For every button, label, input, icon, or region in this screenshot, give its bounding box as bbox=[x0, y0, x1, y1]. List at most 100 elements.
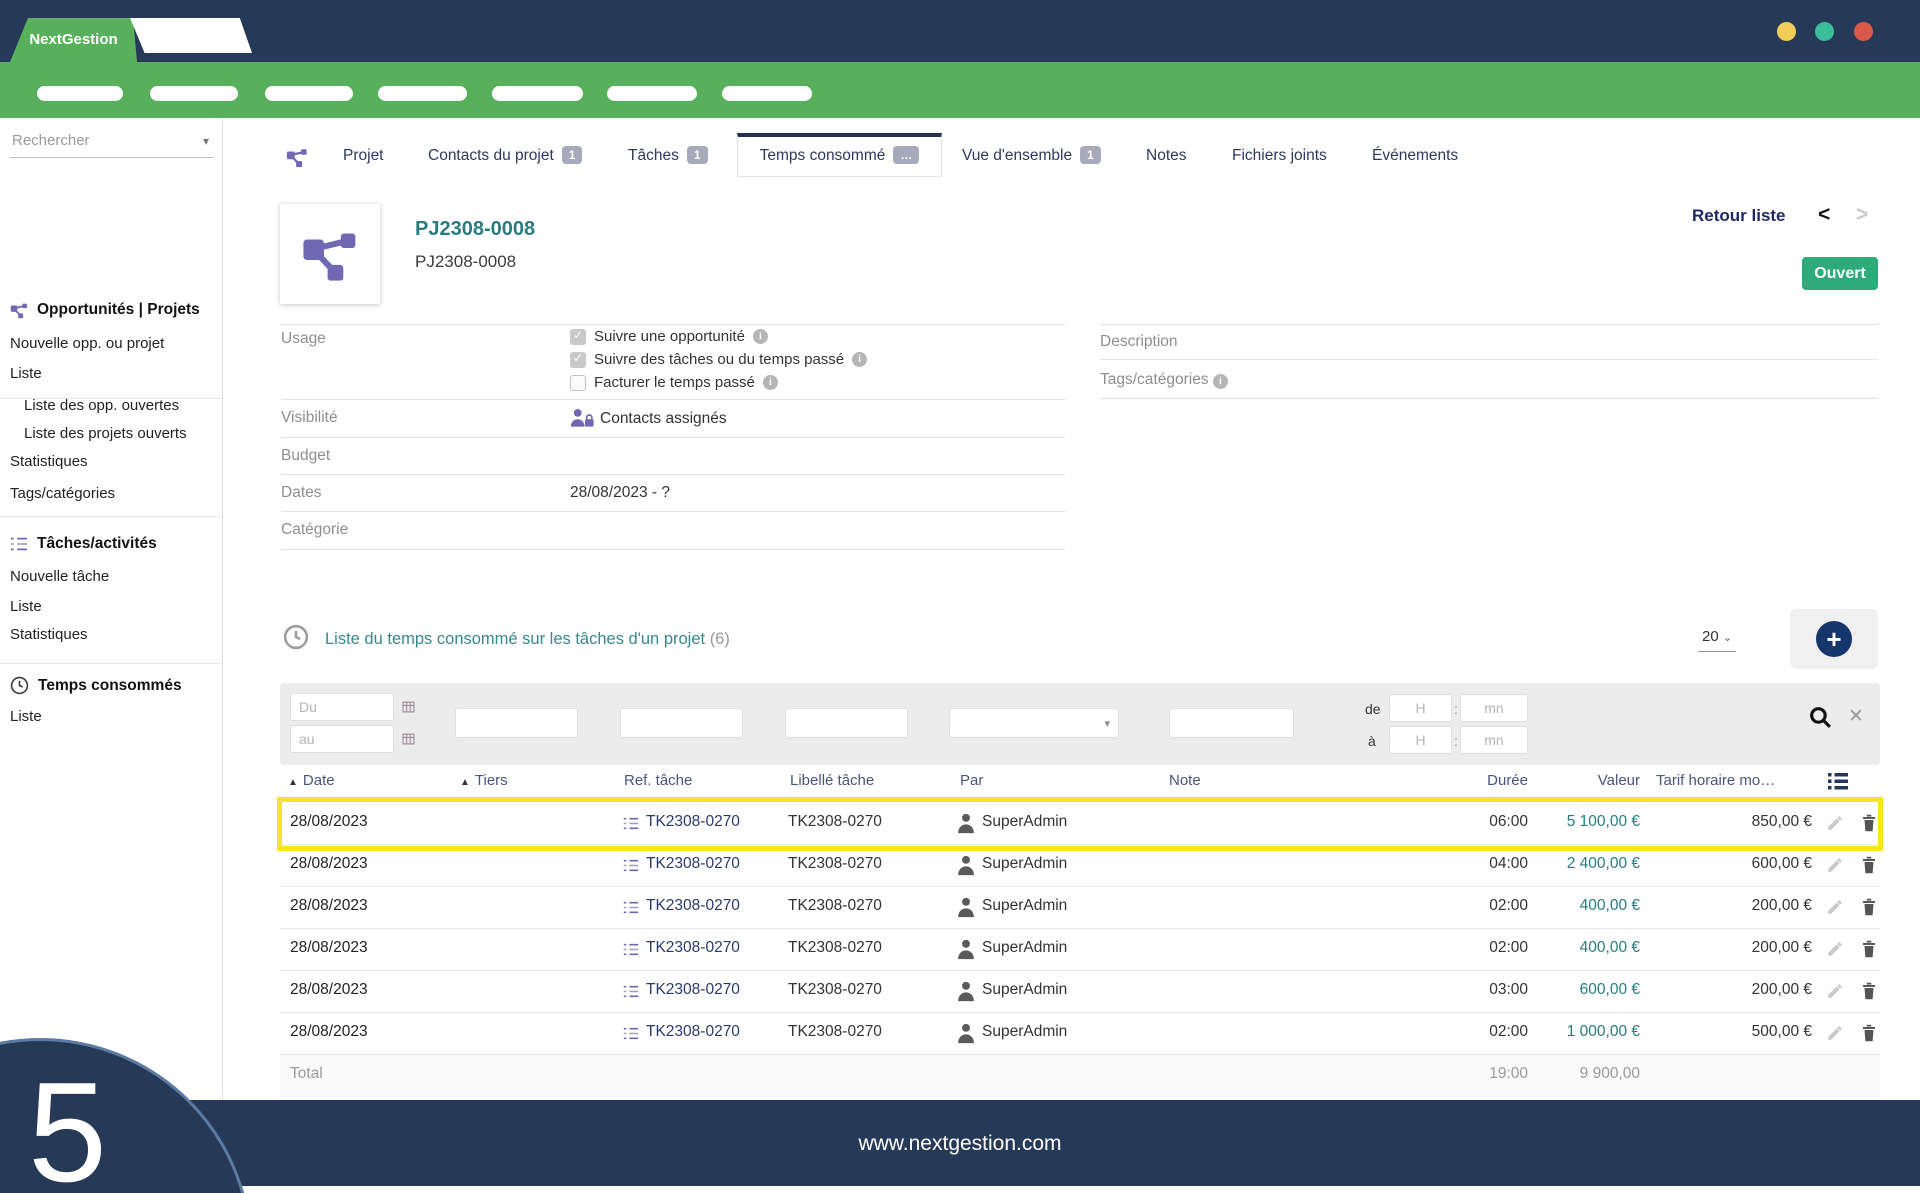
delete-icon[interactable] bbox=[1860, 897, 1878, 917]
cell-ref-tache-link[interactable]: TK2308-0270 bbox=[646, 855, 740, 873]
sidebar-item-liste-taches[interactable]: Liste bbox=[10, 598, 42, 615]
info-icon[interactable]: i bbox=[762, 375, 778, 390]
table-row[interactable]: 28/08/2023 TK2308-0270 TK2308-0270 Super… bbox=[280, 845, 1880, 887]
cell-ref-tache-link[interactable]: TK2308-0270 bbox=[646, 1023, 740, 1041]
filter-date-from-input[interactable] bbox=[290, 693, 394, 721]
chevron-right-icon[interactable]: > bbox=[1856, 203, 1868, 227]
status-badge-ouvert[interactable]: Ouvert bbox=[1802, 257, 1878, 290]
col-ref-tache[interactable]: Ref. tâche bbox=[624, 772, 692, 789]
cell-valeur-link[interactable]: 2 400,00 € bbox=[1540, 855, 1640, 873]
edit-icon[interactable] bbox=[1826, 1024, 1844, 1042]
cell-valeur-link[interactable]: 1 000,00 € bbox=[1540, 1023, 1640, 1041]
brand-tab[interactable]: NextGestion bbox=[10, 18, 137, 62]
sidebar-item-statistiques-taches[interactable]: Statistiques bbox=[10, 626, 88, 643]
filter-from-min-input[interactable] bbox=[1460, 694, 1528, 722]
sidebar-item-liste-opp[interactable]: Liste bbox=[10, 365, 42, 382]
info-icon[interactable]: i bbox=[752, 329, 768, 344]
checkbox-suivre-taches[interactable] bbox=[570, 351, 586, 368]
filter-to-hour-input[interactable] bbox=[1389, 726, 1452, 754]
col-valeur[interactable]: Valeur bbox=[1540, 772, 1640, 789]
delete-icon[interactable] bbox=[1860, 939, 1878, 959]
tab-notes[interactable]: Notes bbox=[1146, 135, 1187, 177]
tab-evenements[interactable]: Événements bbox=[1372, 135, 1458, 177]
nav-pill[interactable] bbox=[150, 86, 238, 101]
info-icon[interactable]: i bbox=[1212, 374, 1228, 389]
filter-par-select[interactable]: ▾ bbox=[949, 708, 1119, 738]
tab-taches[interactable]: Tâches 1 bbox=[628, 135, 708, 177]
filter-to-min-input[interactable] bbox=[1460, 726, 1528, 754]
tab-contacts-du-projet[interactable]: Contacts du projet 1 bbox=[428, 135, 583, 177]
cell-ref-tache-link[interactable]: TK2308-0270 bbox=[646, 813, 740, 831]
calendar-icon[interactable] bbox=[402, 700, 415, 713]
edit-icon[interactable] bbox=[1826, 898, 1844, 916]
table-row[interactable]: 28/08/2023 TK2308-0270 TK2308-0270 Super… bbox=[280, 803, 1880, 845]
nav-pill[interactable] bbox=[265, 86, 353, 101]
window-dot-teal-icon[interactable] bbox=[1815, 22, 1834, 41]
column-settings-icon[interactable] bbox=[1828, 773, 1848, 790]
nav-pill[interactable] bbox=[607, 86, 697, 101]
filter-note-input[interactable] bbox=[1169, 708, 1294, 738]
cell-valeur-link[interactable]: 5 100,00 € bbox=[1540, 813, 1640, 831]
filter-tiers-input[interactable] bbox=[455, 708, 578, 738]
sidebar-item-tags-categories[interactable]: Tags/catégories bbox=[10, 485, 115, 502]
col-par[interactable]: Par bbox=[960, 772, 983, 789]
checkbox-facturer-temps[interactable] bbox=[570, 374, 586, 391]
window-dot-yellow-icon[interactable] bbox=[1777, 22, 1796, 41]
checkbox-suivre-opportunite[interactable] bbox=[570, 328, 586, 345]
col-tarif-horaire[interactable]: Tarif horaire mo… bbox=[1656, 772, 1775, 789]
table-row[interactable]: 28/08/2023 TK2308-0270 TK2308-0270 Super… bbox=[280, 971, 1880, 1013]
edit-icon[interactable] bbox=[1826, 856, 1844, 874]
delete-icon[interactable] bbox=[1860, 981, 1878, 1001]
filter-from-hour-input[interactable] bbox=[1389, 694, 1452, 722]
col-note[interactable]: Note bbox=[1169, 772, 1201, 789]
delete-icon[interactable] bbox=[1860, 1023, 1878, 1043]
edit-icon[interactable] bbox=[1826, 814, 1844, 832]
add-entry-button[interactable]: + bbox=[1816, 621, 1852, 657]
search-select[interactable]: Rechercher ▾ bbox=[10, 128, 213, 158]
filter-date-to-input[interactable] bbox=[290, 725, 394, 753]
window-dot-red-icon[interactable] bbox=[1854, 22, 1873, 41]
back-to-list-link[interactable]: Retour liste bbox=[1692, 206, 1786, 226]
filter-a-label: à bbox=[1368, 733, 1376, 749]
clear-filters-icon[interactable]: ✕ bbox=[1848, 705, 1864, 728]
tab-projet[interactable]: Projet bbox=[343, 135, 384, 177]
col-duree[interactable]: Durée bbox=[1440, 772, 1528, 789]
nav-pill[interactable] bbox=[37, 86, 123, 101]
cell-ref-tache-link[interactable]: TK2308-0270 bbox=[646, 981, 740, 999]
edit-icon[interactable] bbox=[1826, 940, 1844, 958]
calendar-icon[interactable] bbox=[402, 732, 415, 745]
col-libelle-tache[interactable]: Libellé tâche bbox=[790, 772, 874, 789]
col-date[interactable]: ▲ Date bbox=[288, 772, 335, 789]
nav-pill[interactable] bbox=[492, 86, 583, 101]
nav-pill[interactable] bbox=[378, 86, 467, 101]
sidebar-item-liste-opp-ouvertes[interactable]: Liste des opp. ouvertes bbox=[24, 397, 179, 414]
cell-valeur-link[interactable]: 600,00 € bbox=[1540, 981, 1640, 999]
table-row[interactable]: 28/08/2023 TK2308-0270 TK2308-0270 Super… bbox=[280, 887, 1880, 929]
chevron-left-icon[interactable]: < bbox=[1818, 203, 1830, 227]
filter-libelle-input[interactable] bbox=[785, 708, 908, 738]
col-tiers[interactable]: ▲ Tiers bbox=[460, 772, 508, 789]
delete-icon[interactable] bbox=[1860, 855, 1878, 875]
cell-valeur-link[interactable]: 400,00 € bbox=[1540, 897, 1640, 915]
delete-icon[interactable] bbox=[1860, 813, 1878, 833]
filter-ref-tache-input[interactable] bbox=[620, 708, 743, 738]
tab-temps-consomme-active[interactable]: Temps consommé… bbox=[737, 133, 942, 177]
page-size-select[interactable]: 20 ⌄ bbox=[1698, 628, 1737, 652]
sidebar-item-nouvelle-tache[interactable]: Nouvelle tâche bbox=[10, 568, 109, 585]
edit-icon[interactable] bbox=[1826, 982, 1844, 1000]
tab-fichiers-joints[interactable]: Fichiers joints bbox=[1232, 135, 1327, 177]
tab-vue-densemble[interactable]: Vue d'ensemble 1 bbox=[962, 135, 1101, 177]
cell-valeur-link[interactable]: 400,00 € bbox=[1540, 939, 1640, 957]
cell-ref-tache-link[interactable]: TK2308-0270 bbox=[646, 939, 740, 957]
table-row[interactable]: 28/08/2023 TK2308-0270 TK2308-0270 Super… bbox=[280, 929, 1880, 971]
sidebar-item-liste-temps[interactable]: Liste bbox=[10, 708, 42, 725]
cell-ref-tache-link[interactable]: TK2308-0270 bbox=[646, 897, 740, 915]
sidebar-item-statistiques-opp[interactable]: Statistiques bbox=[10, 453, 88, 470]
sidebar-item-nouvelle-opp[interactable]: Nouvelle opp. ou projet bbox=[10, 335, 164, 352]
search-icon[interactable] bbox=[1808, 705, 1833, 730]
info-icon[interactable]: i bbox=[852, 352, 868, 367]
nav-pill[interactable] bbox=[722, 86, 812, 101]
table-row[interactable]: 28/08/2023 TK2308-0270 TK2308-0270 Super… bbox=[280, 1013, 1880, 1055]
sidebar-item-liste-projets-ouverts[interactable]: Liste des projets ouverts bbox=[24, 425, 187, 442]
header-tab-redacted[interactable] bbox=[130, 18, 252, 53]
